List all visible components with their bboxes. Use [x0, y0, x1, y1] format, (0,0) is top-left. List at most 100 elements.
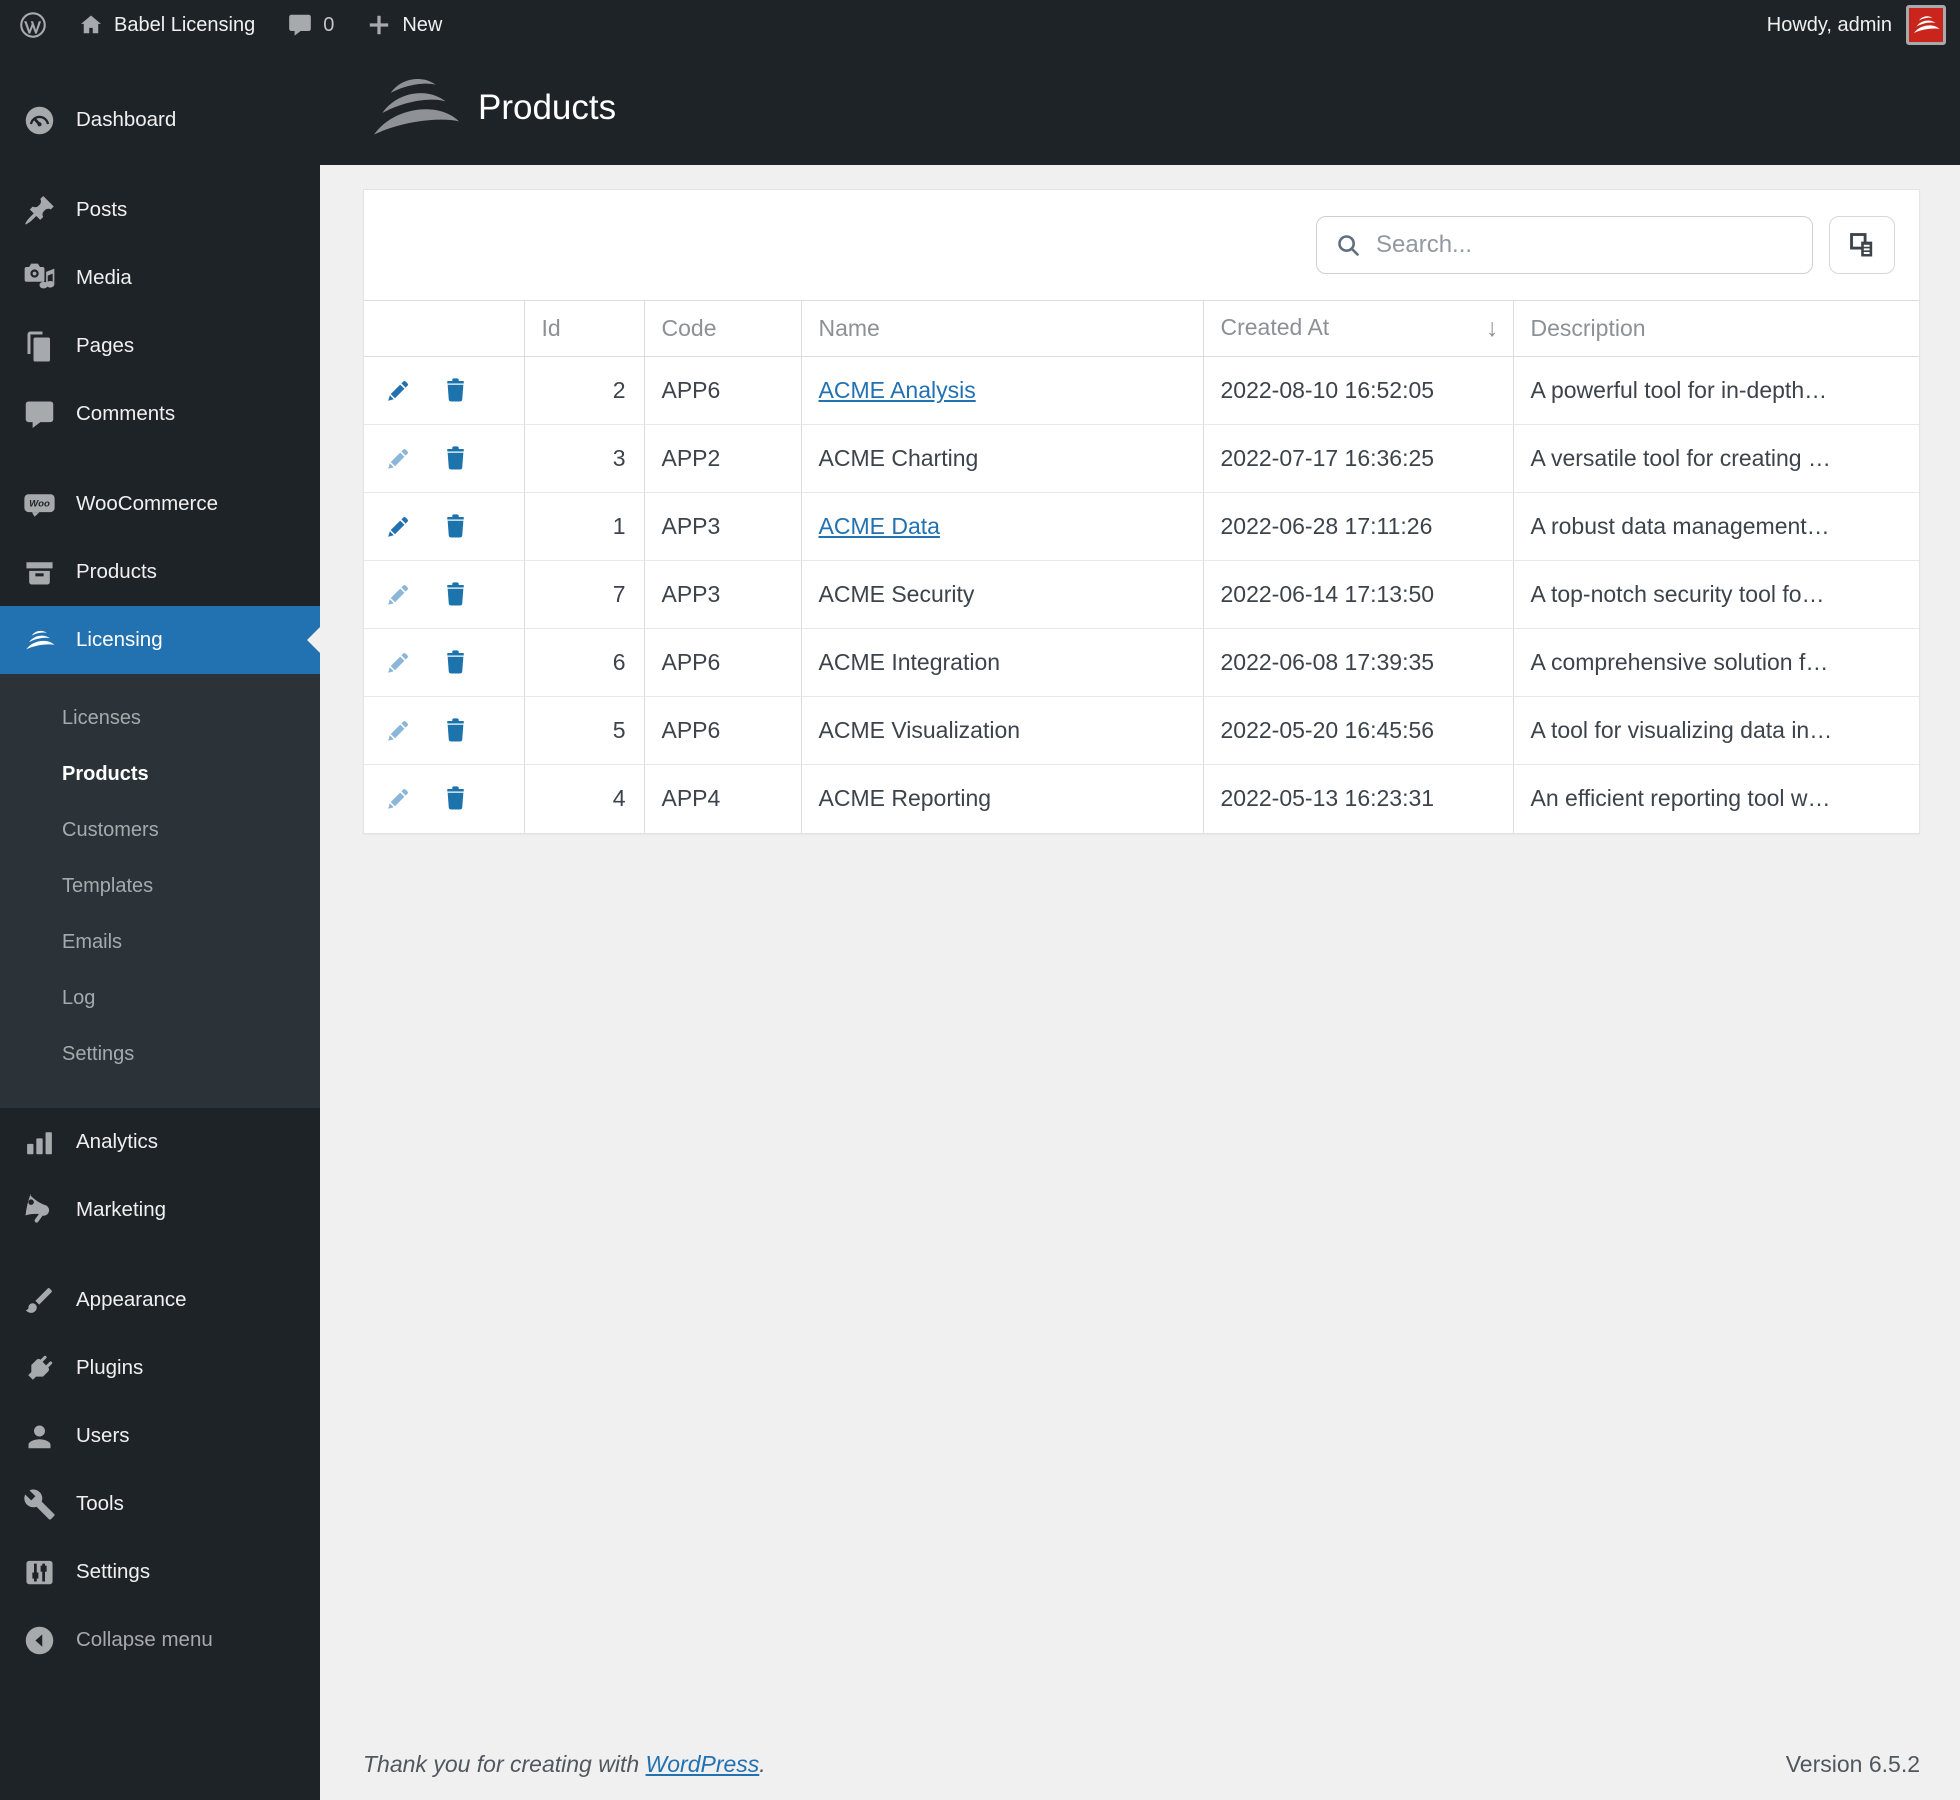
- column-header-created-at[interactable]: Created At ↓: [1202, 300, 1513, 357]
- sidebar-item-licensing[interactable]: Licensing: [0, 606, 320, 674]
- sidebar-item-media[interactable]: Media: [0, 244, 320, 312]
- sidebar-item-pages[interactable]: Pages: [0, 312, 320, 380]
- column-header-name[interactable]: Name: [800, 300, 1203, 357]
- submenu-item-licenses[interactable]: Licenses: [0, 690, 320, 746]
- site-name-link[interactable]: Babel Licensing: [62, 0, 271, 50]
- wordpress-link[interactable]: WordPress: [646, 1751, 760, 1777]
- howdy-text[interactable]: Howdy, admin: [1767, 14, 1892, 37]
- cell-code: APP6: [643, 356, 801, 425]
- delete-button[interactable]: [441, 580, 470, 609]
- cell-name: ACME Integration: [800, 628, 1203, 697]
- submenu-item-log[interactable]: Log: [0, 970, 320, 1026]
- table-row: 1 APP3 ACME Data 2022-06-28 17:11:26 A robus…: [364, 492, 1919, 561]
- sidebar-item-appearance[interactable]: Appearance: [0, 1266, 320, 1334]
- cell-description: A comprehensive solution f…: [1512, 628, 1919, 697]
- copy-icon: [1847, 230, 1878, 261]
- cell-created-at: 2022-05-20 16:45:56: [1202, 696, 1513, 765]
- wordpress-logo-icon: [18, 10, 48, 40]
- table-row: 2 APP6 ACME Analysis 2022-08-10 16:52:05 A p…: [364, 356, 1919, 425]
- cell-created-at: 2022-07-17 16:36:25: [1202, 424, 1513, 493]
- avatar[interactable]: [1906, 5, 1946, 45]
- delete-button[interactable]: [441, 376, 470, 405]
- cell-id: 7: [523, 560, 644, 629]
- submenu-item-customers[interactable]: Customers: [0, 802, 320, 858]
- sidebar-item-settings[interactable]: Settings: [0, 1538, 320, 1606]
- cell-code: APP6: [643, 628, 801, 697]
- edit-button[interactable]: [384, 580, 413, 609]
- cell-created-at: 2022-08-10 16:52:05: [1202, 356, 1513, 425]
- edit-button[interactable]: [384, 648, 413, 677]
- row-actions: [364, 696, 524, 765]
- babel-logo-icon: [364, 68, 464, 148]
- delete-button[interactable]: [441, 716, 470, 745]
- sidebar-item-dashboard[interactable]: Dashboard: [0, 86, 320, 154]
- submenu-item-settings[interactable]: Settings: [0, 1026, 320, 1082]
- copy-export-button[interactable]: [1829, 216, 1895, 274]
- cell-code: APP3: [643, 560, 801, 629]
- cell-description: A robust data management…: [1512, 492, 1919, 561]
- dashboard-icon: [16, 104, 62, 137]
- cell-description: A top-notch security tool fo…: [1512, 560, 1919, 629]
- products-table: Id Code Name Created At ↓ Description 2 APP6 AC…: [364, 300, 1919, 833]
- delete-button[interactable]: [441, 784, 470, 813]
- sort-descending-icon: ↓: [1486, 314, 1499, 342]
- sidebar-item-products[interactable]: Products: [0, 538, 320, 606]
- submenu-item-templates[interactable]: Templates: [0, 858, 320, 914]
- submenu-item-products[interactable]: Products: [0, 746, 320, 802]
- submenu-item-emails[interactable]: Emails: [0, 914, 320, 970]
- column-header-actions[interactable]: [364, 300, 524, 357]
- new-label: New: [402, 13, 443, 36]
- cell-code: APP3: [643, 492, 801, 561]
- pin-icon: [16, 194, 62, 227]
- comments-indicator[interactable]: 0: [271, 0, 350, 50]
- table-row: 5 APP6 ACME Visualization 2022-05-20 16:45:…: [364, 696, 1919, 765]
- sidebar-item-tools[interactable]: Tools: [0, 1470, 320, 1538]
- column-header-description[interactable]: Description: [1512, 300, 1919, 357]
- cell-description: A tool for visualizing data in…: [1512, 696, 1919, 765]
- edit-button[interactable]: [384, 376, 413, 405]
- cell-description: A versatile tool for creating …: [1512, 424, 1919, 493]
- cell-created-at: 2022-06-28 17:11:26: [1202, 492, 1513, 561]
- babel-avatar-icon: [1911, 13, 1941, 37]
- cell-id: 4: [523, 764, 644, 833]
- delete-button[interactable]: [441, 648, 470, 677]
- admin-bar: Babel Licensing 0 New Howdy, admin: [0, 0, 1960, 50]
- wordpress-menu[interactable]: [0, 0, 62, 50]
- products-card: IdCodeNameCreated At↓Description 2APP6AC…: [363, 189, 1920, 834]
- sidebar-item-plugins[interactable]: Plugins: [0, 1334, 320, 1402]
- search-input[interactable]: [1376, 231, 1794, 259]
- cell-name: ACME Security: [800, 560, 1203, 629]
- sidebar-item-analytics[interactable]: Analytics: [0, 1108, 320, 1176]
- comments-count: 0: [323, 13, 335, 36]
- analytics-icon: [16, 1126, 62, 1159]
- product-name-link[interactable]: ACME Analysis: [819, 377, 976, 403]
- site-name: Babel Licensing: [114, 13, 256, 36]
- pages-icon: [16, 330, 62, 363]
- sidebar-item-users[interactable]: Users: [0, 1402, 320, 1470]
- sidebar-item-posts[interactable]: Posts: [0, 176, 320, 244]
- sidebar-item-woocommerce[interactable]: Woo WooCommerce: [0, 470, 320, 538]
- cell-created-at: 2022-05-13 16:23:31: [1202, 764, 1513, 833]
- table-row: 6 APP6 ACME Integration 2022-06-08 17:39:35…: [364, 628, 1919, 697]
- main-content: Products IdCodeNameCreated At↓Descriptio…: [320, 50, 1960, 1800]
- sidebar-item-comments[interactable]: Comments: [0, 380, 320, 448]
- column-header-id[interactable]: Id: [523, 300, 644, 357]
- plug-icon: [16, 1352, 62, 1385]
- delete-button[interactable]: [441, 444, 470, 473]
- sidebar-item-marketing[interactable]: Marketing: [0, 1176, 320, 1244]
- version-text: Version 6.5.2: [1785, 1751, 1920, 1777]
- new-content-button[interactable]: New: [350, 0, 458, 50]
- cell-name: ACME Data: [800, 492, 1203, 561]
- edit-button[interactable]: [384, 444, 413, 473]
- column-header-code[interactable]: Code: [643, 300, 801, 357]
- delete-button[interactable]: [441, 512, 470, 541]
- edit-button[interactable]: [384, 784, 413, 813]
- sidebar-item-collapse-menu[interactable]: Collapse menu: [0, 1606, 320, 1674]
- product-name-link[interactable]: ACME Data: [819, 513, 940, 539]
- edit-button[interactable]: [384, 512, 413, 541]
- edit-button[interactable]: [384, 716, 413, 745]
- collapse-icon: [16, 1624, 62, 1657]
- megaphone-icon: [16, 1193, 62, 1227]
- cell-description: A powerful tool for in-depth…: [1512, 356, 1919, 425]
- table-row: 7 APP3 ACME Security 2022-06-14 17:13:50 A t…: [364, 560, 1919, 629]
